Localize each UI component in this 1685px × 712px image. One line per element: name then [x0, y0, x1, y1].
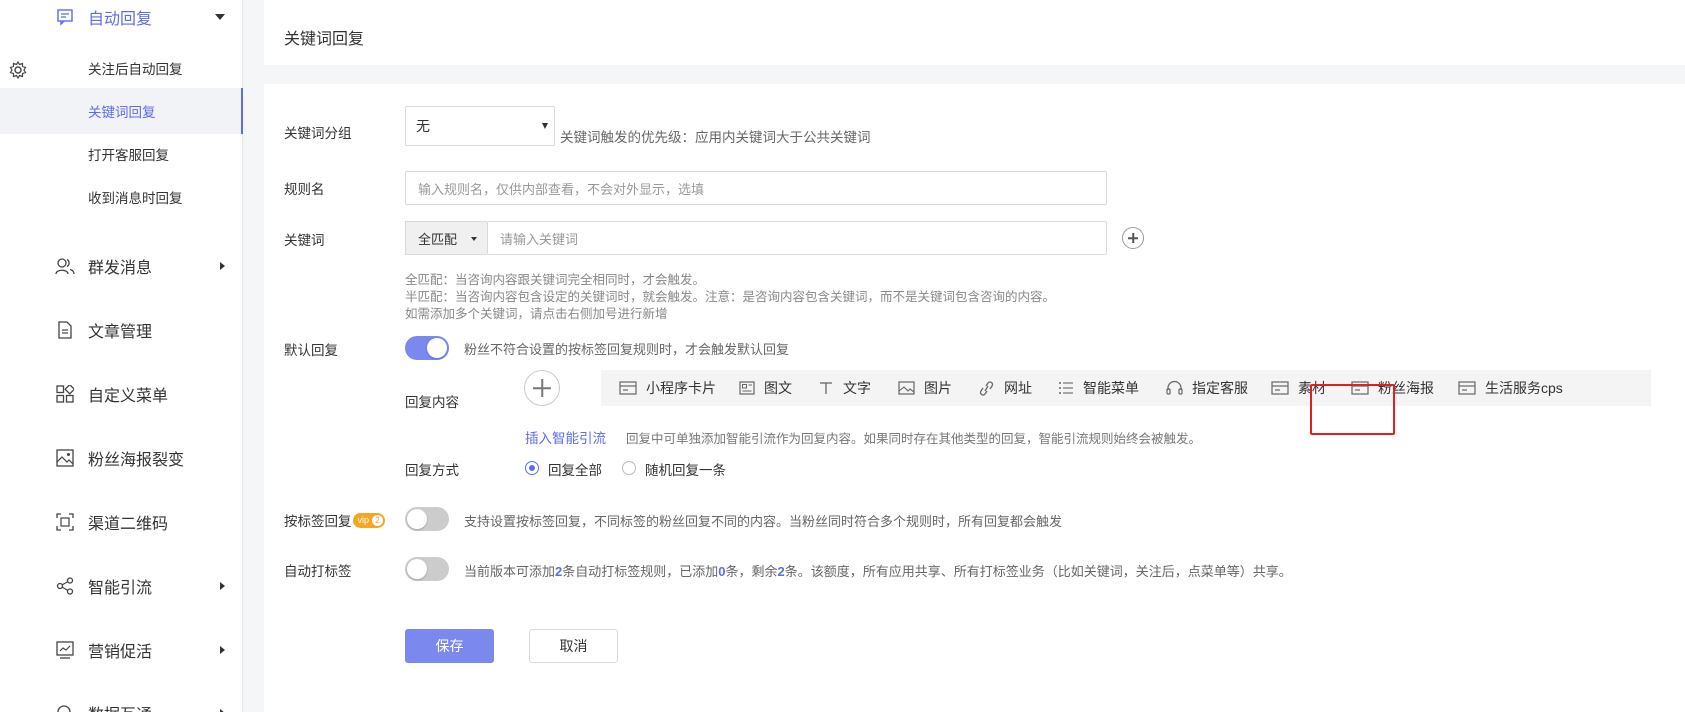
page-header: 关键词回复 [264, 0, 1685, 65]
sidebar-item-articles[interactable]: 文章管理 [55, 318, 225, 342]
sidebar-item-poster[interactable]: 粉丝海报裂变 [55, 446, 225, 470]
sidebar-subitem-follow-reply[interactable]: 关注后自动回复 [0, 45, 243, 91]
chevron-down-icon [215, 14, 225, 20]
grid-icon [55, 384, 75, 404]
card-icon [1271, 381, 1289, 395]
reply-mode-label: 回复方式 [405, 463, 459, 478]
caret-down-icon [471, 237, 477, 241]
link-icon [979, 380, 994, 396]
type-text[interactable]: 文字 [818, 370, 871, 406]
type-smart-menu[interactable]: 智能菜单 [1058, 370, 1139, 406]
insert-smart-traffic-link[interactable]: 插入智能引流 [525, 427, 606, 447]
image-icon [898, 381, 915, 395]
reply-all-label: 回复全部 [548, 463, 602, 478]
match-type-select[interactable]: 全匹配 [405, 221, 487, 255]
page-title: 关键词回复 [284, 31, 365, 48]
type-url[interactable]: 网址 [978, 370, 1032, 406]
sidebar-item-label: 自定义菜单 [88, 388, 169, 405]
keyword-reply-form: 关键词分组 无 关键词触发的优先级：应用内关键词大于公共关键词 规则名 输入规则… [264, 84, 1685, 712]
scan-icon [55, 512, 75, 532]
document-icon [55, 320, 75, 340]
reply-random-radio[interactable] [622, 461, 636, 475]
type-article[interactable]: 图文 [739, 370, 792, 406]
sidebar: 自动回复 关注后自动回复 关键词回复 打开客服回复 收到消息时回复 群发消息 文… [0, 0, 243, 712]
users-icon [55, 256, 75, 276]
sidebar-item-label: 自动回复 [88, 11, 153, 28]
auto-tag-label: 自动打标签 [284, 564, 352, 579]
card-icon [1458, 381, 1476, 395]
chart-icon [55, 640, 75, 660]
chevron-right-icon [220, 262, 225, 270]
keyword-input[interactable]: 请输入关键词 [487, 221, 1107, 255]
sidebar-item-label: 渠道二维码 [88, 516, 169, 533]
reply-random-label: 随机回复一条 [645, 463, 726, 478]
sidebar-subitem-message-reply[interactable]: 收到消息时回复 [0, 174, 243, 220]
sidebar-item-label: 群发消息 [88, 260, 153, 277]
sidebar-item-smart-traffic[interactable]: 智能引流 [55, 574, 225, 598]
keyword-group-select[interactable]: 无 [405, 106, 555, 146]
sidebar-item-mass-message[interactable]: 群发消息 [55, 254, 225, 278]
sidebar-item-label: 粉丝海报裂变 [88, 452, 185, 469]
data-icon [55, 703, 75, 712]
smart-traffic-hint: 回复中可单独添加智能引流作为回复内容。如果同时存在其他类型的回复，智能引流规则始… [626, 432, 1202, 446]
sidebar-item-qrcode[interactable]: 渠道二维码 [55, 510, 225, 534]
chat-icon [55, 7, 75, 27]
tag-reply-label: 按标签回复 vip 2 [284, 510, 386, 530]
chevron-right-icon [220, 646, 225, 654]
sidebar-item-data[interactable]: 数据互通 [55, 701, 225, 712]
type-life-service[interactable]: 生活服务cps [1458, 370, 1563, 406]
group-label: 关键词分组 [284, 126, 352, 141]
group-hint: 关键词触发的优先级：应用内关键词大于公共关键词 [560, 130, 871, 145]
sidebar-item-label: 数据互通 [88, 701, 152, 712]
reply-all-radio[interactable] [525, 461, 539, 475]
share-icon [55, 576, 75, 596]
type-miniprogram[interactable]: 小程序卡片 [619, 370, 716, 406]
tag-reply-hint: 支持设置按标签回复，不同标签的粉丝回复不同的内容。当粉丝同时符合多个规则时，所有… [464, 514, 1063, 529]
sidebar-subitem-service-reply[interactable]: 打开客服回复 [0, 131, 243, 177]
keyword-label: 关键词 [284, 233, 325, 248]
highlight-box [1310, 384, 1395, 435]
rule-name-input[interactable]: 输入规则名，仅供内部查看，不会对外显示，选填 [405, 171, 1107, 205]
save-button[interactable]: 保存 [405, 629, 494, 663]
default-reply-hint: 粉丝不符合设置的按标签回复规则时，才会触发默认回复 [464, 342, 790, 357]
text-icon [820, 382, 832, 394]
tag-reply-toggle[interactable] [405, 507, 449, 531]
type-image[interactable]: 图片 [898, 370, 952, 406]
auto-tag-toggle[interactable] [405, 557, 449, 581]
match-notes: 全匹配：当咨询内容跟关键词完全相同时，才会触发。 半匹配：当咨询内容包含设定的关… [405, 273, 1056, 321]
headset-icon [1166, 380, 1183, 395]
default-reply-label: 默认回复 [284, 343, 338, 358]
default-reply-toggle[interactable] [405, 336, 449, 360]
caret-down-icon [542, 123, 548, 129]
list-icon [1059, 382, 1073, 394]
sidebar-item-label: 智能引流 [88, 580, 153, 597]
sidebar-item-label: 营销促活 [88, 644, 153, 661]
content-type-bar: 小程序卡片 图文 文字 图片 网址 智能菜单 指定客服 素材 粉丝海报 生活服务… [601, 370, 1651, 406]
rule-label: 规则名 [284, 182, 325, 197]
article-icon [739, 381, 755, 395]
sidebar-item-marketing[interactable]: 营销促活 [55, 638, 225, 662]
content-label: 回复内容 [405, 395, 459, 410]
card-icon [619, 381, 637, 395]
image-icon [55, 448, 75, 468]
chevron-right-icon [220, 582, 225, 590]
vip-badge: vip 2 [352, 512, 386, 528]
sidebar-subitem-keyword-reply[interactable]: 关键词回复 [0, 88, 243, 134]
add-content-button[interactable] [524, 370, 560, 406]
sidebar-item-auto-reply[interactable]: 自动回复 [55, 5, 225, 29]
add-keyword-button[interactable] [1122, 227, 1144, 249]
sidebar-item-custom-menu[interactable]: 自定义菜单 [55, 382, 225, 406]
type-agent[interactable]: 指定客服 [1166, 370, 1248, 406]
auto-tag-hint: 当前版本可添加2条自动打标签规则，已添加0条，剩余2条。该额度，所有应用共享、所… [464, 564, 1292, 579]
cancel-button[interactable]: 取消 [529, 629, 618, 663]
sidebar-item-label: 文章管理 [88, 324, 153, 341]
